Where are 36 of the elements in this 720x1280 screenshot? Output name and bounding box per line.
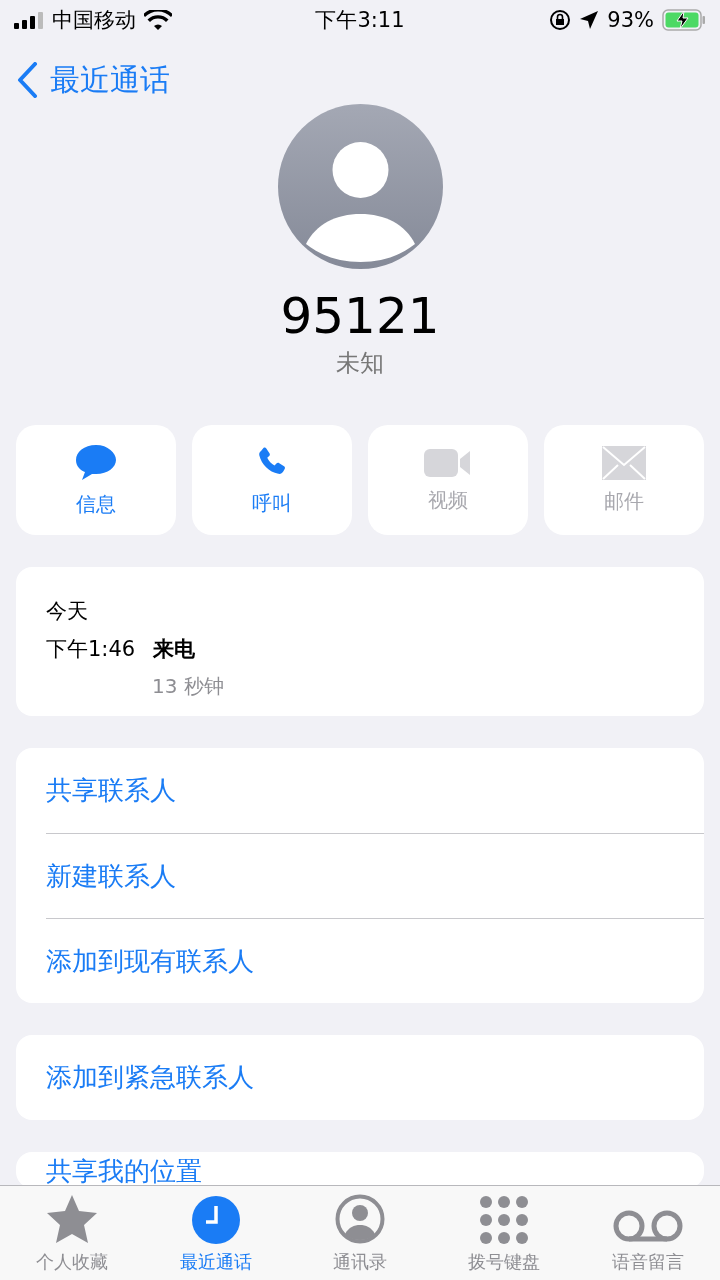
phone-number: 95121 bbox=[280, 287, 440, 345]
location-arrow-icon bbox=[579, 10, 600, 30]
person-circle-icon bbox=[335, 1194, 385, 1244]
tab[interactable]: 通讯录 bbox=[288, 1186, 432, 1280]
call-date: 今天 bbox=[46, 598, 89, 625]
signal-icon bbox=[14, 11, 44, 29]
envelope-icon bbox=[602, 445, 646, 480]
contact-label: 未知 bbox=[336, 348, 384, 379]
option-link[interactable]: 共享我的位置 bbox=[46, 1154, 704, 1188]
chevron-left-icon bbox=[16, 62, 38, 98]
call-duration: 13 秒钟 bbox=[151, 673, 225, 700]
keypad-icon bbox=[480, 1196, 528, 1244]
option-link[interactable]: 添加到现有联系人 bbox=[46, 918, 704, 1003]
video-camera-icon bbox=[424, 446, 472, 479]
option-link[interactable]: 共享联系人 bbox=[46, 748, 704, 833]
back-link[interactable]: 最近通话 bbox=[16, 59, 170, 101]
speech-bubble-icon bbox=[74, 442, 118, 483]
tab[interactable]: 语音留言 bbox=[576, 1186, 720, 1280]
voicemail-icon bbox=[612, 1208, 684, 1244]
clock-icon bbox=[192, 1196, 240, 1244]
message-button[interactable]: 信息 bbox=[16, 425, 176, 535]
battery-percent: 93% bbox=[607, 8, 654, 32]
battery-charging-icon bbox=[662, 9, 706, 31]
option-link[interactable]: 添加到紧急联系人 bbox=[46, 1035, 704, 1120]
tab[interactable]: 最近通话 bbox=[144, 1186, 288, 1280]
star-icon bbox=[45, 1194, 99, 1244]
rotation-lock-icon bbox=[549, 9, 572, 31]
tab[interactable]: 拨号键盘 bbox=[432, 1186, 576, 1280]
status-time: 下午3:11 bbox=[315, 7, 405, 34]
call-time: 下午1:46 bbox=[46, 636, 136, 663]
carrier-name: 中国移动 bbox=[52, 7, 136, 34]
wifi-icon bbox=[144, 10, 172, 30]
tab[interactable]: 个人收藏 bbox=[0, 1186, 144, 1280]
phone-button[interactable]: 呼叫 bbox=[192, 425, 352, 535]
call-type: 来电 bbox=[153, 636, 196, 663]
option-link[interactable]: 新建联系人 bbox=[46, 833, 704, 918]
